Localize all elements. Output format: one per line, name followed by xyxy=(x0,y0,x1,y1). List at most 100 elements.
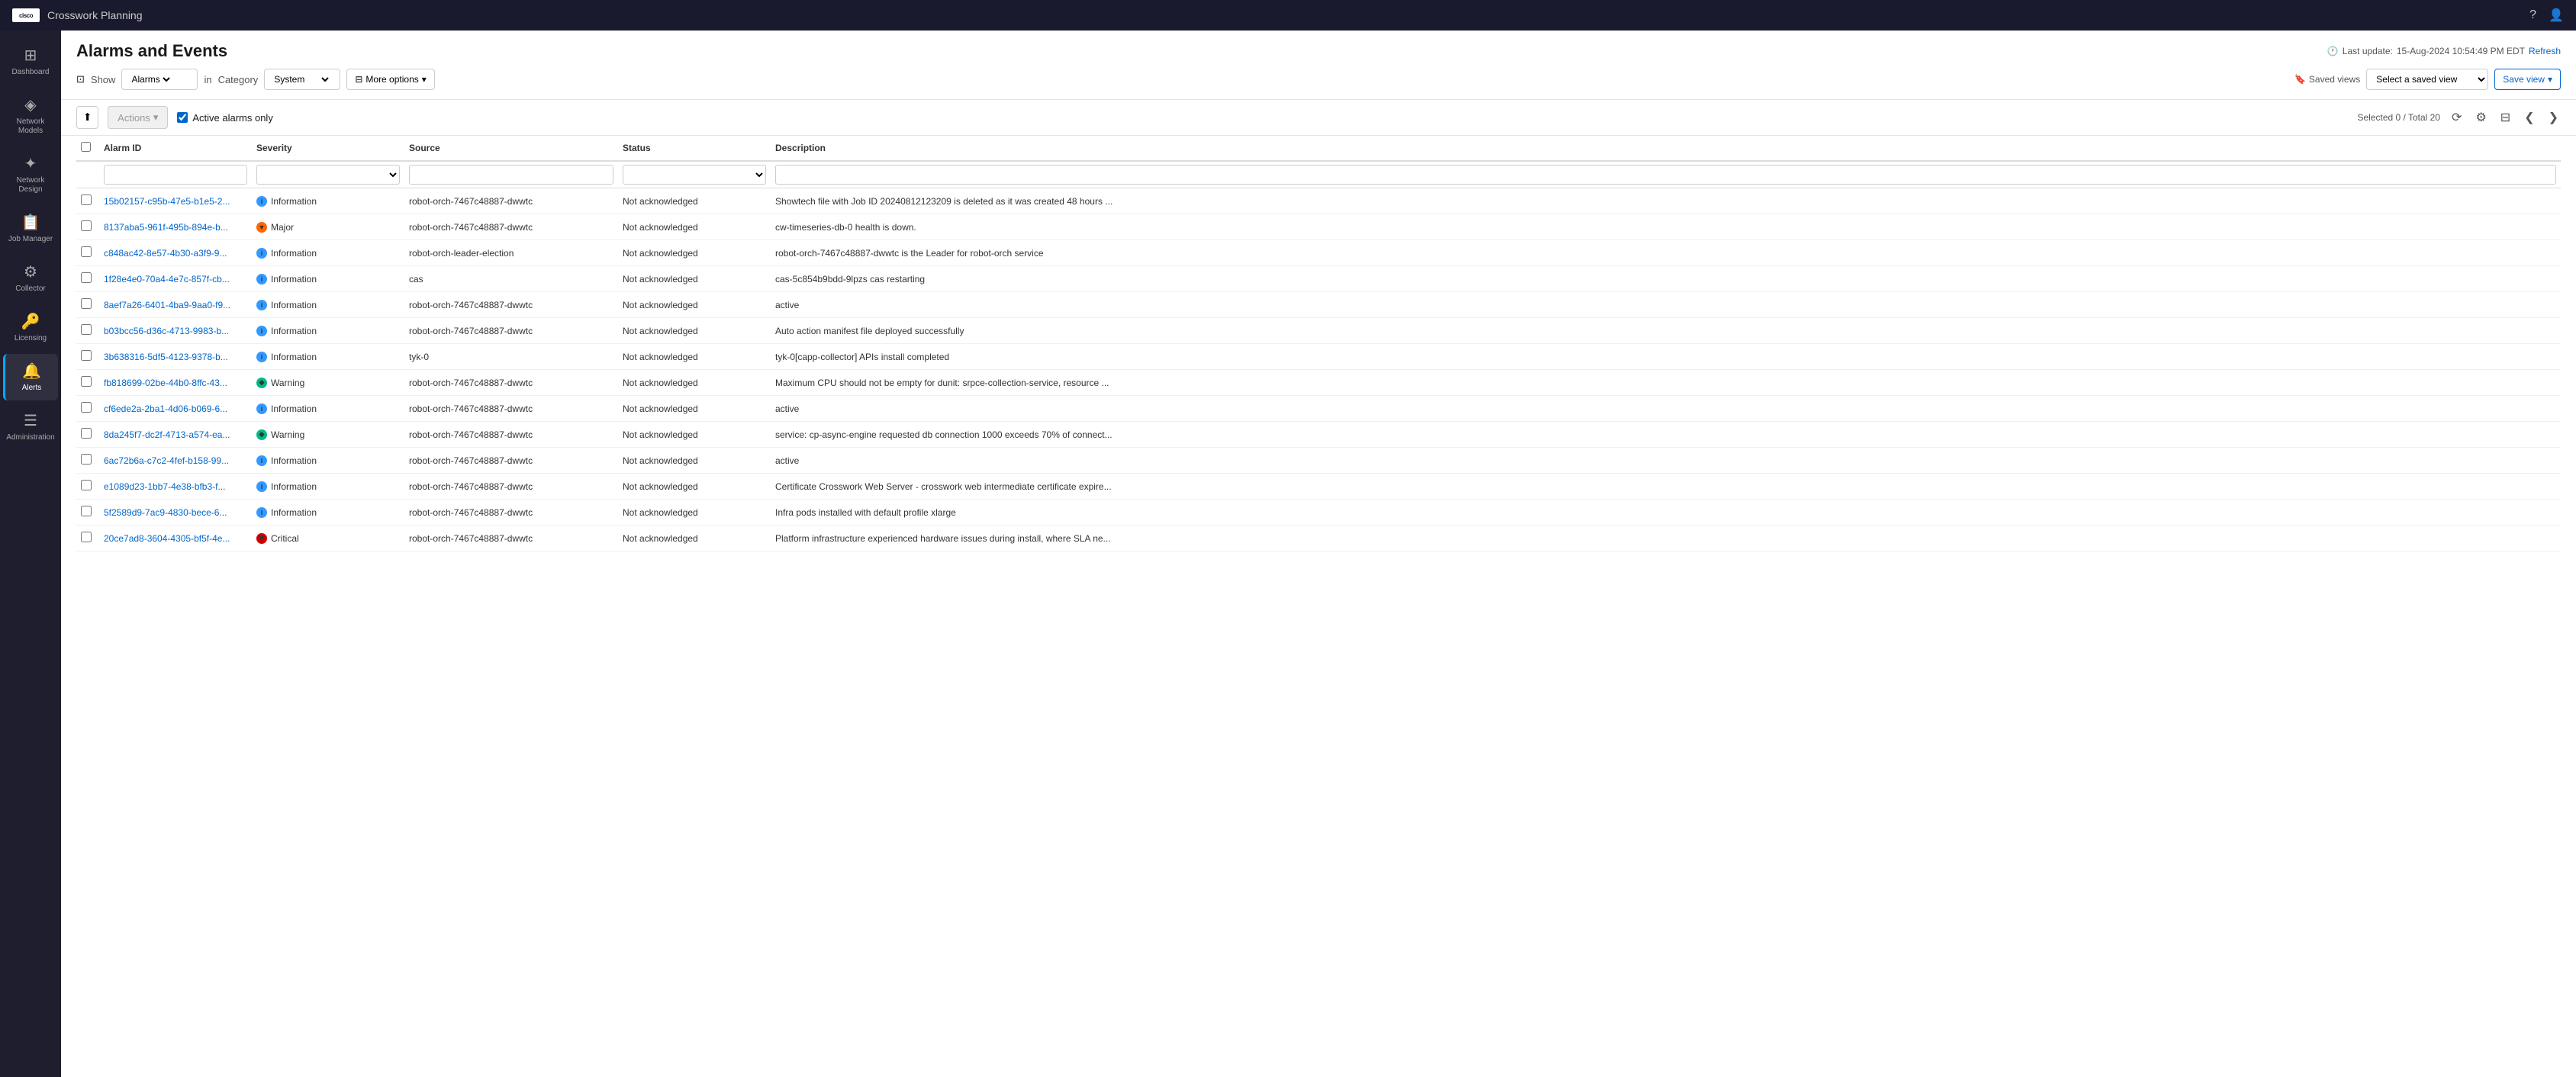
actions-button[interactable]: Actions ▾ xyxy=(108,106,168,129)
row-checkbox[interactable] xyxy=(81,480,92,490)
alarm-id-cell: b03bcc56-d36c-4713-9983-b... xyxy=(99,318,252,344)
table-row: 15b02157-c95b-47e5-b1e5-2... i Informati… xyxy=(76,188,2561,214)
row-checkbox-cell xyxy=(76,370,99,396)
status-cell: Not acknowledged xyxy=(618,500,771,526)
saved-view-select[interactable]: Select a saved view xyxy=(2366,69,2488,90)
alarm-id-link[interactable]: 6ac72b6a-c7c2-4fef-b158-99... xyxy=(104,455,229,466)
sidebar-item-administration[interactable]: ☰ Administration xyxy=(3,403,58,450)
row-checkbox[interactable] xyxy=(81,220,92,231)
sidebar-item-licensing[interactable]: 🔑 Licensing xyxy=(3,304,58,351)
sidebar-label-alerts: Alerts xyxy=(22,384,42,393)
alarm-id-link[interactable]: fb818699-02be-44b0-8ffc-43... xyxy=(104,378,227,388)
row-checkbox-cell xyxy=(76,500,99,526)
alarm-id-link[interactable]: 3b638316-5df5-4123-9378-b... xyxy=(104,352,228,362)
alarm-id-cell: 8137aba5-961f-495b-894e-b... xyxy=(99,214,252,240)
description-cell: active xyxy=(771,448,2561,474)
row-checkbox-cell xyxy=(76,292,99,318)
settings-button[interactable]: ⚙ xyxy=(2473,108,2488,127)
alarm-id-link[interactable]: 8137aba5-961f-495b-894e-b... xyxy=(104,222,228,233)
user-icon[interactable]: 👤 xyxy=(2549,8,2564,23)
in-label: in xyxy=(204,74,211,85)
alarm-id-link[interactable]: 5f2589d9-7ac9-4830-bece-6... xyxy=(104,507,227,518)
more-options-button[interactable]: ⊟ More options ▾ xyxy=(346,69,434,90)
row-checkbox[interactable] xyxy=(81,195,92,205)
row-checkbox[interactable] xyxy=(81,402,92,413)
sidebar-item-job-manager[interactable]: 📋 Job Manager xyxy=(3,205,58,252)
alarm-id-link[interactable]: b03bcc56-d36c-4713-9983-b... xyxy=(104,326,229,336)
row-checkbox[interactable] xyxy=(81,454,92,465)
severity-cell: i Information xyxy=(252,474,404,500)
alarm-id-link[interactable]: 15b02157-c95b-47e5-b1e5-2... xyxy=(104,196,230,207)
sidebar-item-network-design[interactable]: ✦ Network Design xyxy=(3,146,58,202)
sidebar-item-collector[interactable]: ⚙ Collector xyxy=(3,255,58,301)
select-all-checkbox[interactable] xyxy=(81,142,91,152)
severity-badge: ◆ Warning xyxy=(256,378,400,388)
administration-icon: ☰ xyxy=(24,411,37,430)
alarm-id-cell: 6ac72b6a-c7c2-4fef-b158-99... xyxy=(99,448,252,474)
last-update-value: 15-Aug-2024 10:54:49 PM EDT xyxy=(2397,46,2525,56)
expand-right-button[interactable]: ❯ xyxy=(2546,108,2561,127)
sidebar-item-alerts[interactable]: 🔔 Alerts xyxy=(3,354,58,400)
category-select-container[interactable]: System Network Application xyxy=(264,69,340,90)
description-cell: Certificate Crosswork Web Server - cross… xyxy=(771,474,2561,500)
status-cell: Not acknowledged xyxy=(618,292,771,318)
help-icon[interactable]: ? xyxy=(2529,8,2536,22)
alarm-id-link[interactable]: 20ce7ad8-3604-4305-bf5f-4e... xyxy=(104,533,230,544)
app-title: Crosswork Planning xyxy=(47,9,143,21)
filter-source-input[interactable] xyxy=(409,165,613,185)
active-alarms-checkbox-label[interactable]: Active alarms only xyxy=(177,112,272,124)
filter-icon-small: ⊟ xyxy=(355,74,362,85)
collapse-right-button[interactable]: ❮ xyxy=(2522,108,2536,127)
severity-badge: i Information xyxy=(256,326,400,336)
table-body: 15b02157-c95b-47e5-b1e5-2... i Informati… xyxy=(76,188,2561,551)
category-select[interactable]: System Network Application xyxy=(271,73,331,85)
filter-severity-select[interactable]: Information Warning Major Critical xyxy=(256,165,400,185)
row-checkbox[interactable] xyxy=(81,532,92,542)
table-row: 20ce7ad8-3604-4305-bf5f-4e... ✕ Critical… xyxy=(76,526,2561,551)
refresh-button[interactable]: Refresh xyxy=(2529,46,2561,56)
alarm-id-link[interactable]: e1089d23-1bb7-4e38-bfb3-f... xyxy=(104,481,225,492)
filter-status-select[interactable]: Not acknowledged Acknowledged xyxy=(623,165,766,185)
show-select-container[interactable]: Alarms Events All xyxy=(121,69,198,90)
filter-table-button[interactable]: ⊟ xyxy=(2498,108,2513,127)
alarm-id-link[interactable]: 8da245f7-dc2f-4713-a574-ea... xyxy=(104,429,230,440)
alarm-id-cell: 3b638316-5df5-4123-9378-b... xyxy=(99,344,252,370)
filter-description-input[interactable] xyxy=(775,165,2556,185)
top-bar-right: ? 👤 xyxy=(2529,8,2564,23)
alarm-id-link[interactable]: 1f28e4e0-70a4-4e7c-857f-cb... xyxy=(104,274,230,285)
row-checkbox[interactable] xyxy=(81,376,92,387)
alarm-id-link[interactable]: 8aef7a26-6401-4ba9-9aa0-f9... xyxy=(104,300,230,310)
alarm-id-cell: 15b02157-c95b-47e5-b1e5-2... xyxy=(99,188,252,214)
row-checkbox[interactable] xyxy=(81,428,92,439)
table-row: 8137aba5-961f-495b-894e-b... ▼ Major rob… xyxy=(76,214,2561,240)
description-cell: tyk-0[capp-collector] APIs install compl… xyxy=(771,344,2561,370)
alarm-id-cell: 8da245f7-dc2f-4713-a574-ea... xyxy=(99,422,252,448)
alarm-id-cell: 5f2589d9-7ac9-4830-bece-6... xyxy=(99,500,252,526)
table-row: 8aef7a26-6401-4ba9-9aa0-f9... i Informat… xyxy=(76,292,2561,318)
active-alarms-checkbox[interactable] xyxy=(177,112,188,123)
severity-icon: ◆ xyxy=(256,429,267,440)
row-checkbox[interactable] xyxy=(81,506,92,516)
row-checkbox[interactable] xyxy=(81,350,92,361)
row-checkbox[interactable] xyxy=(81,272,92,283)
severity-icon: i xyxy=(256,326,267,336)
refresh-table-button[interactable]: ⟳ xyxy=(2449,108,2464,127)
save-view-label: Save view xyxy=(2503,74,2545,85)
filter-description-cell xyxy=(771,161,2561,188)
row-checkbox[interactable] xyxy=(81,298,92,309)
top-bar-left: cisco Crosswork Planning xyxy=(12,8,143,22)
export-button[interactable]: ⬆ xyxy=(76,106,98,129)
alarm-id-link[interactable]: c848ac42-8e57-4b30-a3f9-9... xyxy=(104,248,227,259)
row-checkbox[interactable] xyxy=(81,246,92,257)
filter-alarm-id-input[interactable] xyxy=(104,165,247,185)
sidebar-item-network-models[interactable]: ◈ Network Models xyxy=(3,88,58,143)
description-cell: active xyxy=(771,396,2561,422)
collector-icon: ⚙ xyxy=(24,262,37,281)
main-layout: ⊞ Dashboard ◈ Network Models ✦ Network D… xyxy=(0,31,2576,1077)
alarm-id-link[interactable]: cf6ede2a-2ba1-4d06-b069-6... xyxy=(104,403,227,414)
sidebar-item-dashboard[interactable]: ⊞ Dashboard xyxy=(3,38,58,85)
row-checkbox[interactable] xyxy=(81,324,92,335)
save-view-button[interactable]: Save view ▾ xyxy=(2494,69,2561,90)
description-cell: robot-orch-7467c48887-dwwtc is the Leade… xyxy=(771,240,2561,266)
show-select[interactable]: Alarms Events All xyxy=(128,73,172,85)
